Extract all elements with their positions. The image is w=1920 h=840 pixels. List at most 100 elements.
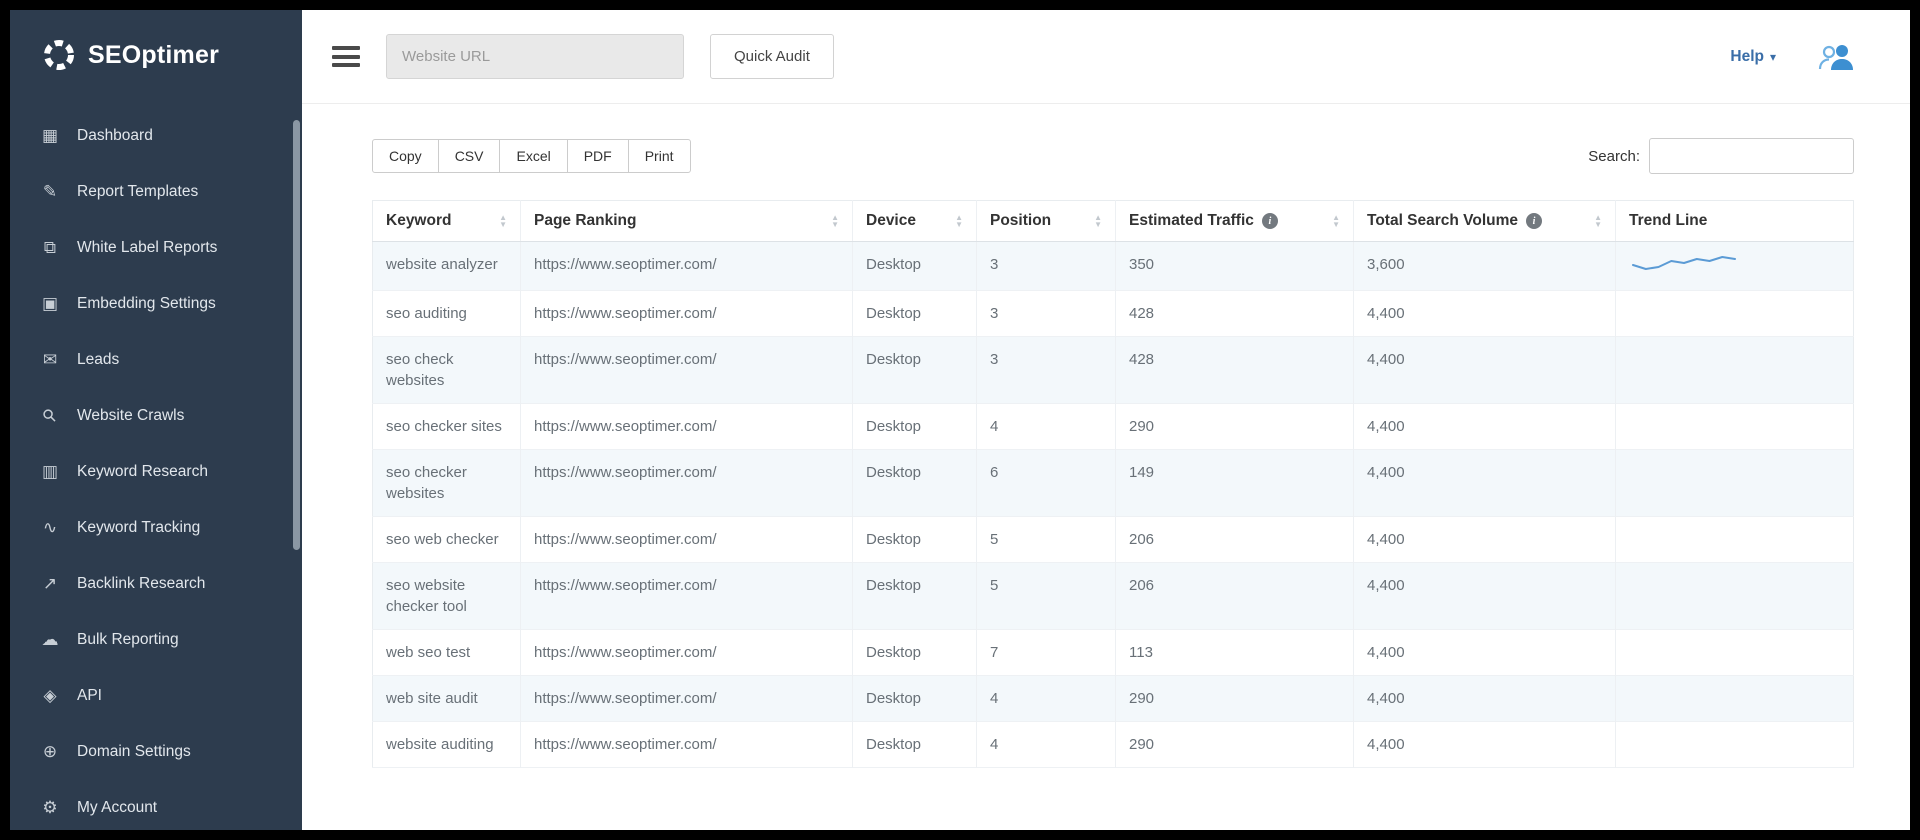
sidebar-item-label: Embedding Settings [77,295,216,313]
sidebar-item-domain-settings[interactable]: ⊕Domain Settings [10,724,302,780]
trend-pulse-icon: ∿ [38,518,62,538]
sidebar-item-backlink-research[interactable]: ↗Backlink Research [10,556,302,612]
total-search-volume-cell: 4,400 [1354,337,1616,404]
estimated-traffic-cell: 206 [1116,517,1354,563]
sort-icon[interactable]: ▲▼ [1594,214,1602,228]
sidebar-item-embedding-settings[interactable]: ▣ Embedding Settings [10,276,302,332]
keyword-table-body: website analyzerhttps://www.seoptimer.co… [373,242,1854,768]
total-search-volume-cell: 4,400 [1354,676,1616,722]
page-ranking-cell: https://www.seoptimer.com/ [521,242,853,291]
column-header-device[interactable]: Device▲▼ [853,201,977,242]
sort-icon[interactable]: ▲▼ [1094,214,1102,228]
sidebar-item-label: Bulk Reporting [77,631,179,649]
table-row: seo check websiteshttps://www.seoptimer.… [373,337,1854,404]
export-print-button[interactable]: Print [628,139,691,173]
help-dropdown[interactable]: Help ▾ [1730,48,1776,66]
page-ranking-cell: https://www.seoptimer.com/ [521,517,853,563]
sidebar-item-api[interactable]: ◈API [10,668,302,724]
keyword-cell: seo checker sites [373,404,521,450]
trend-line-cell [1616,722,1854,768]
device-cell: Desktop [853,450,977,517]
column-header-keyword[interactable]: Keyword ▲▼ [373,201,521,242]
sidebar-item-leads[interactable]: ✉Leads [10,332,302,388]
info-icon[interactable]: i [1262,213,1278,229]
sidebar-item-label: White Label Reports [77,239,217,257]
bar-chart-icon: ▥ [38,462,62,482]
sidebar-item-white-label-reports[interactable]: ⧉White Label Reports [10,220,302,276]
seoptimer-logo[interactable]: SEOptimer [10,10,302,72]
column-header-trend_line: Trend Line [1616,201,1854,242]
sidebar-item-label: Report Templates [77,183,198,201]
sort-icon[interactable]: ▲▼ [499,214,507,228]
total-search-volume-cell: 4,400 [1354,630,1616,676]
sidebar-item-label: My Account [77,799,157,817]
position-cell: 7 [977,630,1116,676]
export-csv-button[interactable]: CSV [438,139,501,173]
table-row: seo checker siteshttps://www.seoptimer.c… [373,404,1854,450]
column-header-position[interactable]: Position▲▼ [977,201,1116,242]
topbar: Quick Audit Help ▾ [302,10,1910,104]
sidebar-item-label: Keyword Tracking [77,519,200,537]
column-header-total_search_volume[interactable]: Total Search Volumei▲▼ [1354,201,1616,242]
sidebar-item-keyword-tracking[interactable]: ∿ Keyword Tracking [10,500,302,556]
keyword-cell: seo checker websites [373,450,521,517]
magnifier-icon: ⚲ [34,400,65,431]
sort-icon[interactable]: ▲▼ [831,214,839,228]
sidebar-item-website-crawls[interactable]: ⚲ Website Crawls [10,388,302,444]
trend-line-cell [1616,630,1854,676]
edit-icon: ✎ [38,182,62,202]
app-window: SEOptimer ▦Dashboard ✎ Report Templates ⧉Wh… [10,10,1910,830]
sidebar-item-my-account[interactable]: ⚙ My Account [10,780,302,830]
topbar-right: Help ▾ [1730,43,1856,71]
user-account-icon[interactable] [1818,43,1856,71]
sidebar-item-keyword-research[interactable]: ▥Keyword Research [10,444,302,500]
device-cell: Desktop [853,291,977,337]
table-row: web site audithttps://www.seoptimer.com/… [373,676,1854,722]
position-cell: 3 [977,337,1116,404]
column-header-page_ranking[interactable]: Page Ranking▲▼ [521,201,853,242]
total-search-volume-cell: 4,400 [1354,291,1616,337]
sidebar-item-label: Website Crawls [77,407,184,425]
sidebar-item-bulk-reporting[interactable]: ☁Bulk Reporting [10,612,302,668]
total-search-volume-cell: 4,400 [1354,404,1616,450]
sidebar-item-label: API [77,687,102,705]
estimated-traffic-cell: 290 [1116,676,1354,722]
export-copy-button[interactable]: Copy [372,139,439,173]
logo-text: SEOptimer [88,41,219,70]
sidebar-scrollbar[interactable] [293,120,300,550]
table-search-input[interactable] [1649,138,1854,174]
embed-card-icon: ▣ [38,294,62,314]
estimated-traffic-cell: 149 [1116,450,1354,517]
export-excel-button[interactable]: Excel [499,139,567,173]
info-icon[interactable]: i [1526,213,1542,229]
sort-icon[interactable]: ▲▼ [955,214,963,228]
estimated-traffic-cell: 290 [1116,722,1354,768]
trend-line-cell [1616,450,1854,517]
estimated-traffic-cell: 350 [1116,242,1354,291]
page-ranking-cell: https://www.seoptimer.com/ [521,404,853,450]
sidebar-item-dashboard[interactable]: ▦Dashboard [10,108,302,164]
device-cell: Desktop [853,404,977,450]
device-cell: Desktop [853,242,977,291]
device-cell: Desktop [853,676,977,722]
device-cell: Desktop [853,722,977,768]
column-header-estimated_traffic[interactable]: Estimated Traffic i ▲▼ [1116,201,1354,242]
sidebar-item-report-templates[interactable]: ✎ Report Templates [10,164,302,220]
sort-icon[interactable]: ▲▼ [1332,214,1340,228]
export-button-group: CopyCSVExcelPDFPrint [372,139,691,173]
keyword-cell: website analyzer [373,242,521,291]
position-cell: 4 [977,722,1116,768]
trend-line-cell [1616,517,1854,563]
gear-icon: ⚙ [38,798,62,818]
table-row: website auditinghttps://www.seoptimer.co… [373,722,1854,768]
export-pdf-button[interactable]: PDF [567,139,629,173]
trend-line-cell [1616,242,1854,291]
keyword-cell: seo website checker tool [373,563,521,630]
menu-toggle-icon[interactable] [332,46,360,67]
column-label: Estimated Traffic [1129,212,1254,230]
sidebar-item-label: Dashboard [77,127,153,145]
column-label: Keyword [386,212,451,230]
device-cell: Desktop [853,517,977,563]
website-url-input[interactable] [386,34,684,79]
quick-audit-button[interactable]: Quick Audit [710,34,834,79]
